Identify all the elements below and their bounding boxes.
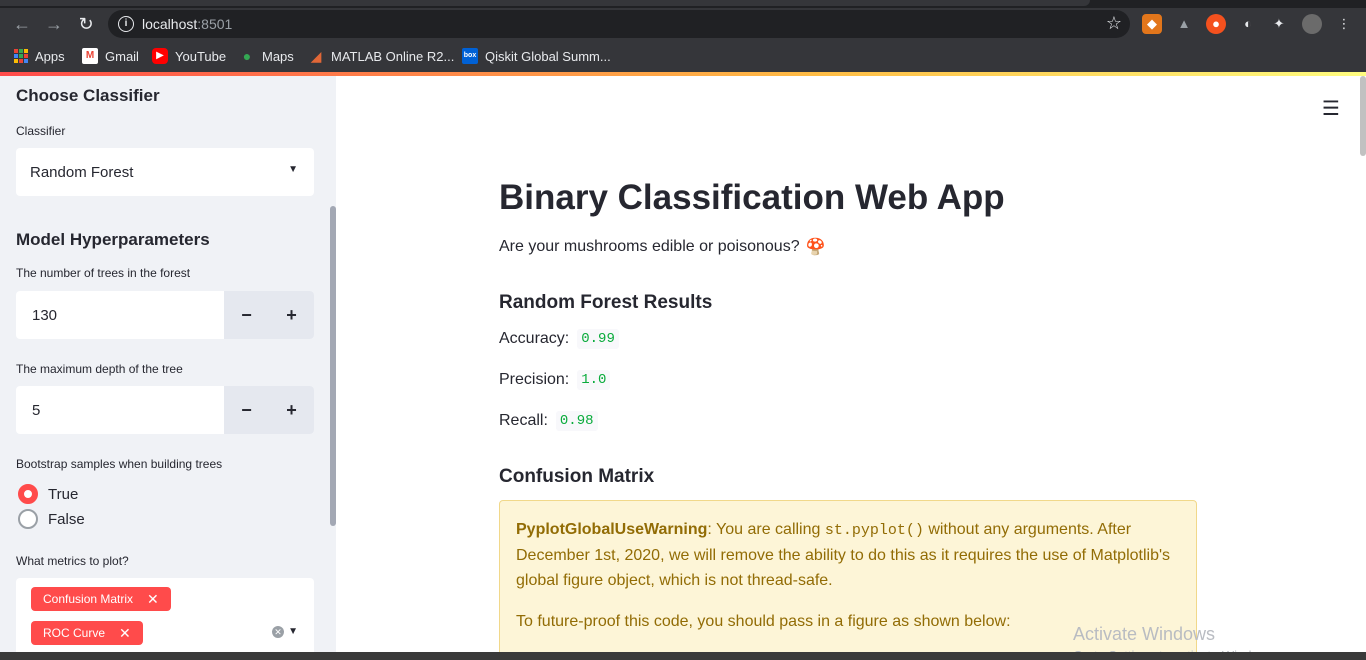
youtube-icon: ▶ bbox=[152, 48, 168, 64]
apps-grid-icon bbox=[14, 49, 28, 63]
classifier-select-value: Random Forest bbox=[30, 164, 134, 181]
page-title: Binary Classification Web App bbox=[499, 178, 1005, 217]
bootstrap-radio-false[interactable]: False bbox=[18, 509, 85, 529]
bookmark-gmail[interactable]: M Gmail bbox=[82, 47, 139, 65]
bootstrap-label: Bootstrap samples when building trees bbox=[16, 457, 223, 471]
extensions-puzzle-icon[interactable]: ✦ bbox=[1269, 14, 1289, 34]
reload-icon[interactable]: ↻ bbox=[74, 12, 98, 36]
page-subtitle: Are your mushrooms edible or poisonous? … bbox=[499, 238, 826, 256]
bookmark-star-icon[interactable]: ☆ bbox=[1106, 13, 1122, 34]
depth-decrement-button[interactable]: − bbox=[224, 386, 269, 434]
bookmark-qiskit[interactable]: box Qiskit Global Summ... bbox=[462, 47, 611, 65]
activate-windows-watermark: Activate Windows bbox=[1073, 624, 1216, 644]
depth-increment-button[interactable]: + bbox=[269, 386, 314, 434]
profile-avatar[interactable] bbox=[1302, 14, 1322, 34]
metrics-multiselect[interactable]: Confusion Matrix ✕ ROC Curve ✕ ✕ ▼ bbox=[16, 578, 314, 652]
bookmark-apps[interactable]: Apps bbox=[14, 47, 65, 65]
menu-kebab-icon[interactable]: ⋮ bbox=[1334, 14, 1354, 34]
chevron-down-icon: ▼ bbox=[288, 164, 298, 175]
depth-value[interactable]: 5 bbox=[32, 402, 40, 419]
main-scrollbar[interactable] bbox=[1360, 76, 1366, 156]
box-icon: box bbox=[462, 48, 478, 64]
hyperparameters-heading: Model Hyperparameters bbox=[16, 230, 210, 249]
depth-number-input[interactable]: 5 − + bbox=[16, 386, 314, 434]
extension-fire-icon[interactable]: ● bbox=[1206, 14, 1226, 34]
url-text[interactable]: localhost:8501 bbox=[142, 16, 232, 32]
recall-metric: Recall: 0.98 bbox=[499, 411, 598, 431]
precision-metric: Precision: 1.0 bbox=[499, 370, 611, 390]
metamask-icon[interactable]: ◆ bbox=[1142, 14, 1162, 34]
main-content: ☰ Binary Classification Web App Are your… bbox=[336, 76, 1366, 660]
classifier-heading: Choose Classifier bbox=[16, 86, 160, 105]
bookmark-matlab[interactable]: ◢ MATLAB Online R2... bbox=[308, 47, 455, 65]
metrics-label: What metrics to plot? bbox=[16, 554, 129, 568]
metric-chip-confusion-matrix[interactable]: Confusion Matrix ✕ bbox=[31, 587, 171, 611]
address-bar[interactable]: i localhost:8501 ☆ bbox=[108, 10, 1130, 38]
depth-label: The maximum depth of the tree bbox=[16, 362, 183, 376]
radio-unselected-icon[interactable] bbox=[18, 509, 38, 529]
back-icon[interactable]: ← bbox=[10, 12, 34, 36]
trees-label: The number of trees in the forest bbox=[16, 266, 191, 280]
trees-number-input[interactable]: 130 − + bbox=[16, 291, 314, 339]
chevron-down-icon[interactable]: ▼ bbox=[288, 626, 298, 637]
trees-increment-button[interactable]: + bbox=[269, 291, 314, 339]
hamburger-menu-icon[interactable]: ☰ bbox=[1322, 96, 1340, 121]
recall-value: 0.98 bbox=[555, 411, 598, 431]
metric-chip-roc-curve[interactable]: ROC Curve ✕ bbox=[31, 621, 143, 645]
browser-toolbar: ← → ↻ i localhost:8501 ☆ ◆ ▲ ● ◐ ✦ ⋮ bbox=[0, 8, 1366, 40]
classifier-label: Classifier bbox=[16, 124, 66, 138]
accuracy-metric: Accuracy: 0.99 bbox=[499, 329, 619, 349]
clear-all-icon[interactable]: ✕ bbox=[272, 626, 284, 638]
remove-chip-icon[interactable]: ✕ bbox=[147, 591, 159, 608]
mushroom-icon: 🍄 bbox=[805, 239, 826, 256]
tab-strip bbox=[0, 0, 1366, 8]
extension-eye-icon[interactable]: ◐ bbox=[1238, 14, 1258, 34]
results-heading: Random Forest Results bbox=[499, 292, 713, 313]
gmail-icon: M bbox=[82, 48, 98, 64]
warning-text: PyplotGlobalUseWarning: You are calling … bbox=[516, 521, 1171, 589]
confusion-matrix-heading: Confusion Matrix bbox=[499, 466, 655, 487]
remove-chip-icon[interactable]: ✕ bbox=[119, 625, 131, 642]
matlab-icon: ◢ bbox=[310, 48, 322, 64]
bookmark-maps[interactable]: ● Maps bbox=[239, 47, 294, 65]
active-tab[interactable] bbox=[0, 0, 1090, 6]
taskbar bbox=[0, 652, 1366, 660]
accuracy-value: 0.99 bbox=[577, 329, 619, 349]
classifier-select[interactable]: Random Forest ▼ bbox=[16, 148, 314, 196]
radio-selected-icon[interactable] bbox=[18, 484, 38, 504]
trees-value[interactable]: 130 bbox=[32, 307, 57, 324]
bootstrap-radio-true[interactable]: True bbox=[18, 484, 78, 504]
bookmark-youtube[interactable]: ▶ YouTube bbox=[152, 47, 226, 65]
trees-decrement-button[interactable]: − bbox=[224, 291, 269, 339]
maps-pin-icon: ● bbox=[242, 48, 252, 64]
sidebar: Choose Classifier Classifier Random Fore… bbox=[0, 76, 336, 652]
drive-icon[interactable]: ▲ bbox=[1174, 14, 1194, 34]
precision-value: 1.0 bbox=[577, 370, 611, 390]
forward-icon[interactable]: → bbox=[42, 12, 66, 36]
bookmarks-bar: Apps M Gmail ▶ YouTube ● Maps ◢ MATLAB O… bbox=[0, 40, 1366, 72]
site-info-icon[interactable]: i bbox=[118, 16, 134, 32]
